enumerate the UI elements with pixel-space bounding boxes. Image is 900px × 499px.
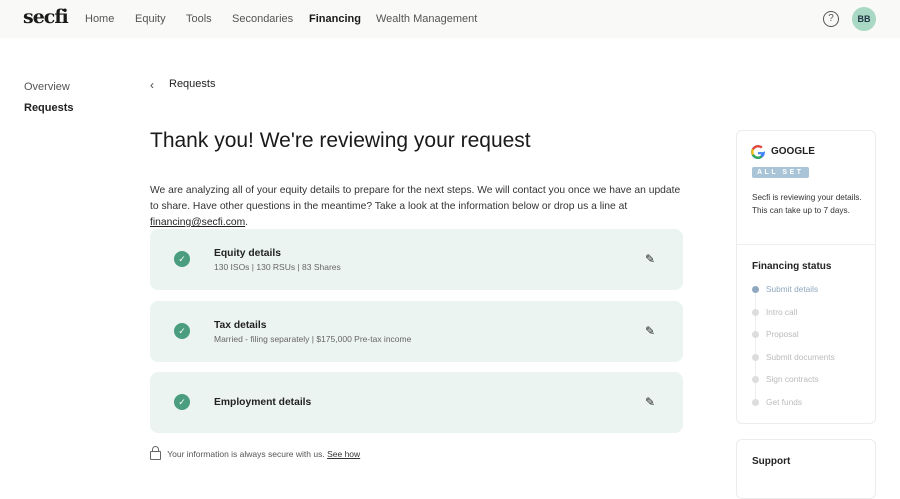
step-intro-call: Intro call: [752, 307, 835, 330]
step-dot-icon: [752, 398, 759, 406]
step-label: Get funds: [766, 396, 802, 407]
financing-status-title: Financing status: [752, 261, 832, 272]
lock-icon: [150, 446, 161, 460]
employment-details-card: ✓ Employment details ✎: [150, 372, 683, 433]
nav-financing[interactable]: Financing: [309, 13, 361, 25]
step-label: Submit details: [766, 284, 819, 294]
nav-secondaries[interactable]: Secondaries: [232, 13, 293, 25]
step-get-funds: Get funds: [752, 397, 835, 420]
nav-equity[interactable]: Equity: [135, 13, 166, 25]
nav-home[interactable]: Home: [85, 13, 114, 25]
step-dot-icon: [752, 376, 759, 384]
help-icon[interactable]: ?: [823, 11, 839, 27]
support-panel: Support: [736, 439, 876, 499]
request-status-panel: GOOGLE ALL SET Secfi is reviewing your d…: [736, 130, 876, 424]
breadcrumb[interactable]: Requests: [169, 78, 215, 90]
step-label: Sign contracts: [766, 374, 819, 385]
security-text: Your information is always secure with u…: [167, 449, 325, 459]
step-submit-documents: Submit documents: [752, 352, 835, 375]
step-dot-icon: [752, 286, 759, 293]
intro-body: We are analyzing all of your equity deta…: [150, 185, 681, 212]
intro-text: We are analyzing all of your equity deta…: [150, 185, 681, 228]
step-dot-icon: [752, 308, 759, 316]
edit-pencil-icon[interactable]: ✎: [645, 252, 655, 266]
card-subtitle: 130 ISOs | 130 RSUs | 83 Shares: [214, 262, 341, 272]
card-title: Equity details: [214, 248, 281, 259]
equity-details-card: ✓ Equity details 130 ISOs | 130 RSUs | 8…: [150, 229, 683, 290]
card-subtitle: Married - filing separately | $175,000 P…: [214, 334, 412, 344]
check-icon: ✓: [174, 323, 190, 339]
nav-wealth-management[interactable]: Wealth Management: [376, 13, 477, 25]
step-dot-icon: [752, 331, 759, 339]
status-description: Secfi is reviewing your details. This ca…: [752, 193, 862, 215]
status-steps: Submit details Intro call Proposal Submi…: [752, 284, 835, 420]
chevron-left-icon[interactable]: ‹: [150, 78, 154, 92]
status-badge: ALL SET: [752, 167, 809, 178]
check-icon: ✓: [174, 394, 190, 410]
step-sign-contracts: Sign contracts: [752, 374, 835, 397]
divider: [737, 244, 875, 245]
sidebar-item-overview[interactable]: Overview: [24, 81, 70, 93]
secfi-logo[interactable]: secfi: [23, 6, 69, 28]
google-logo-icon: [751, 145, 765, 159]
card-title: Tax details: [214, 320, 267, 331]
nav-tools[interactable]: Tools: [186, 13, 212, 25]
step-label: Submit documents: [766, 351, 835, 362]
tax-details-card: ✓ Tax details Married - filing separatel…: [150, 301, 683, 362]
avatar[interactable]: BB: [852, 7, 876, 31]
step-label: Intro call: [766, 306, 798, 317]
support-title: Support: [752, 456, 791, 467]
email-link[interactable]: financing@secfi.com: [150, 217, 245, 228]
step-label: Proposal: [766, 329, 799, 340]
step-dot-icon: [752, 353, 759, 361]
see-how-link[interactable]: See how: [327, 449, 360, 459]
step-submit-details: Submit details: [752, 284, 835, 307]
edit-pencil-icon[interactable]: ✎: [645, 324, 655, 338]
edit-pencil-icon[interactable]: ✎: [645, 395, 655, 409]
security-note: Your information is always secure with u…: [150, 446, 360, 460]
check-icon: ✓: [174, 251, 190, 267]
sidebar-item-requests[interactable]: Requests: [24, 102, 74, 114]
company-name: GOOGLE: [771, 146, 815, 157]
card-title: Employment details: [214, 397, 312, 408]
top-nav: secfi Home Equity Tools Secondaries Fina…: [0, 0, 900, 38]
page-title: Thank you! We're reviewing your request: [150, 129, 531, 152]
step-proposal: Proposal: [752, 329, 835, 352]
